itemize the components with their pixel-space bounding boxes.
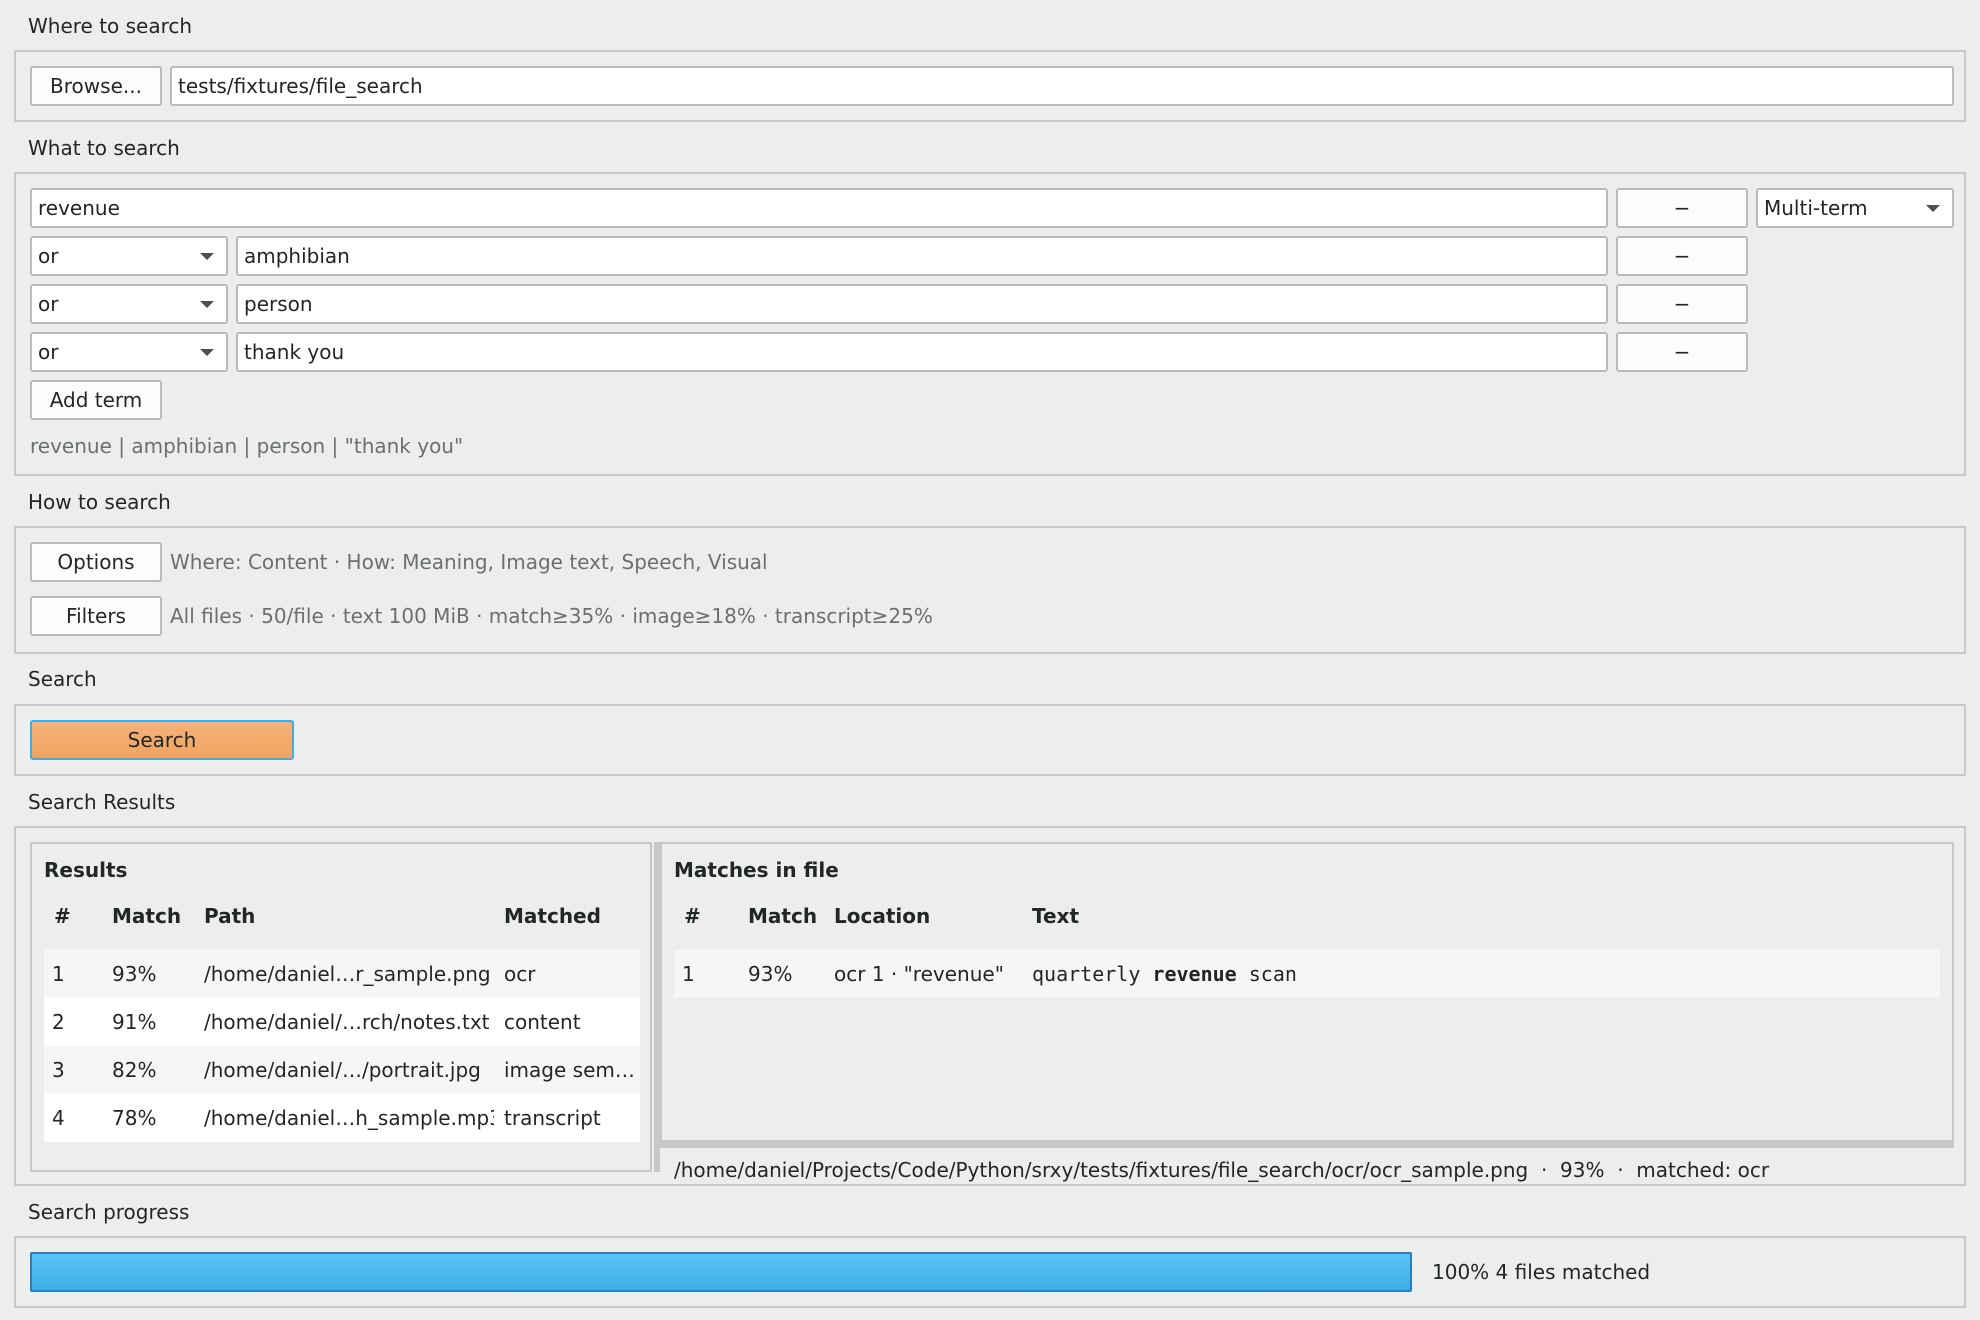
row-index: 2	[52, 1010, 65, 1034]
row-match: 93%	[112, 962, 157, 986]
term-operator-select-4[interactable]: or	[30, 332, 228, 372]
remove-term-button-4[interactable]: −	[1616, 332, 1748, 372]
selected-file-status: /home/daniel/Projects/Code/Python/srxy/t…	[674, 1158, 1770, 1182]
row-match: 78%	[112, 1106, 157, 1130]
remove-term-button-1[interactable]: −	[1616, 188, 1748, 228]
table-row[interactable]: 3 82% /home/daniel/…/portrait.jpg image …	[44, 1046, 640, 1094]
table-row[interactable]: 1 93% /home/daniel…r_sample.png ocr	[44, 950, 640, 998]
row-index: 1	[682, 962, 695, 986]
row-path: /home/daniel/…/portrait.jpg	[204, 1058, 481, 1082]
search-path-input[interactable]: tests/fixtures/file_search	[170, 66, 1954, 106]
row-path: /home/daniel/…rch/notes.txt	[204, 1010, 490, 1034]
search-button[interactable]: Search	[30, 720, 294, 760]
row-match: 82%	[112, 1058, 157, 1082]
what-to-search-label: What to search	[28, 136, 180, 160]
table-row[interactable]: 1 93% ocr 1 · "revenue" quarterly revenu…	[674, 950, 1940, 998]
row-index: 3	[52, 1058, 65, 1082]
matches-splitter-handle[interactable]	[660, 1142, 1954, 1148]
chevron-down-icon	[200, 349, 214, 356]
term-operator-value: or	[38, 292, 59, 316]
progress-status-text: 4 files matched	[1495, 1260, 1651, 1284]
results-col-index[interactable]: #	[54, 904, 71, 928]
row-text: quarterly revenue scan	[1032, 950, 1297, 998]
table-row[interactable]: 4 78% /home/daniel…h_sample.mp3 transcri…	[44, 1094, 640, 1142]
text-hit: revenue	[1152, 962, 1237, 986]
progress-percent: 100%	[1432, 1260, 1490, 1284]
term-operator-value: or	[38, 340, 59, 364]
progress-status: 100% 4 files matched	[1432, 1260, 1650, 1284]
query-preview: revenue | amphibian | person | "thank yo…	[30, 434, 464, 458]
term-operator-value: or	[38, 244, 59, 268]
row-index: 1	[52, 962, 65, 986]
remove-term-button-2[interactable]: −	[1616, 236, 1748, 276]
row-matched: image sem…	[504, 1058, 635, 1082]
progress-bar	[30, 1252, 1412, 1292]
row-path: /home/daniel…h_sample.mp3	[204, 1106, 494, 1130]
chevron-down-icon	[1926, 205, 1940, 212]
row-match: 91%	[112, 1010, 157, 1034]
matches-col-index[interactable]: #	[684, 904, 701, 928]
row-index: 4	[52, 1106, 65, 1130]
matches-col-location[interactable]: Location	[834, 904, 930, 928]
progress-bar-fill	[32, 1254, 1410, 1290]
search-results-group: Results # Match Path Matched 1 93% /home…	[14, 826, 1966, 1186]
results-col-match[interactable]: Match	[112, 904, 181, 928]
term-input-1[interactable]: revenue	[30, 188, 1608, 228]
results-col-path[interactable]: Path	[204, 904, 255, 928]
chevron-down-icon	[200, 253, 214, 260]
row-matched: ocr	[504, 962, 536, 986]
results-col-matched[interactable]: Matched	[504, 904, 601, 928]
results-title: Results	[44, 858, 128, 882]
results-panel: Results # Match Path Matched 1 93% /home…	[30, 842, 652, 1172]
options-summary: Where: Content · How: Meaning, Image tex…	[170, 550, 768, 574]
matches-col-text[interactable]: Text	[1032, 904, 1079, 928]
search-progress-label: Search progress	[28, 1200, 190, 1224]
text-before-hit: quarterly	[1032, 962, 1153, 986]
row-matched: transcript	[504, 1106, 601, 1130]
search-mode-select[interactable]: Multi-term	[1756, 188, 1954, 228]
browse-button[interactable]: Browse...	[30, 66, 162, 106]
search-results-label: Search Results	[28, 790, 176, 814]
text-after-hit: scan	[1236, 962, 1297, 986]
search-group: Search	[14, 704, 1966, 776]
where-to-search-label: Where to search	[28, 14, 193, 38]
row-matched: content	[504, 1010, 581, 1034]
filters-summary: All files · 50/file · text 100 MiB · mat…	[170, 604, 933, 628]
term-input-4[interactable]: thank you	[236, 332, 1608, 372]
filters-button[interactable]: Filters	[30, 596, 162, 636]
term-operator-select-2[interactable]: or	[30, 236, 228, 276]
matches-panel: Matches in file # Match Location Text 1 …	[660, 842, 1954, 1142]
where-to-search-group: Browse... tests/fixtures/file_search	[14, 50, 1966, 122]
row-match: 93%	[748, 962, 793, 986]
search-section-label: Search	[28, 667, 97, 691]
remove-term-button-3[interactable]: −	[1616, 284, 1748, 324]
row-location: ocr 1 · "revenue"	[834, 962, 1004, 986]
matches-title: Matches in file	[674, 858, 839, 882]
term-input-3[interactable]: person	[236, 284, 1608, 324]
matches-col-match[interactable]: Match	[748, 904, 817, 928]
term-input-2[interactable]: amphibian	[236, 236, 1608, 276]
term-operator-select-3[interactable]: or	[30, 284, 228, 324]
search-mode-value: Multi-term	[1764, 196, 1868, 220]
how-to-search-label: How to search	[28, 490, 171, 514]
chevron-down-icon	[200, 301, 214, 308]
what-to-search-group: revenue − Multi-term or amphibian − or p…	[14, 172, 1966, 476]
how-to-search-group: Options Where: Content · How: Meaning, I…	[14, 526, 1966, 654]
options-button[interactable]: Options	[30, 542, 162, 582]
row-path: /home/daniel…r_sample.png	[204, 962, 491, 986]
table-row[interactable]: 2 91% /home/daniel/…rch/notes.txt conten…	[44, 998, 640, 1046]
add-term-button[interactable]: Add term	[30, 380, 162, 420]
search-progress-group: 100% 4 files matched	[14, 1236, 1966, 1308]
